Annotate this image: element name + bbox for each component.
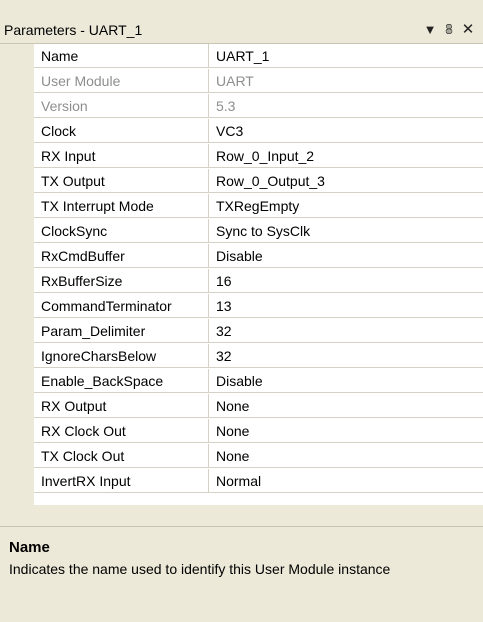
pin-icon[interactable]: 𝟠 [441, 21, 457, 39]
row-gutter [8, 194, 34, 219]
property-value: UART [209, 69, 483, 93]
property-row[interactable]: ClockSync Sync to SysClk [8, 219, 483, 244]
property-value[interactable]: 13 [209, 294, 483, 318]
description-splitter[interactable] [0, 526, 483, 531]
property-name[interactable]: Name [34, 44, 209, 68]
property-name[interactable]: RX Output [34, 394, 209, 418]
property-row[interactable]: TX Output Row_0_Output_3 [8, 169, 483, 194]
property-value[interactable]: TXRegEmpty [209, 194, 483, 218]
property-name[interactable]: CommandTerminator [34, 294, 209, 318]
property-row[interactable]: RX Input Row_0_Input_2 [8, 144, 483, 169]
property-name[interactable]: Enable_BackSpace [34, 369, 209, 393]
property-name[interactable]: TX Output [34, 169, 209, 193]
property-row[interactable]: RxBufferSize 16 [8, 269, 483, 294]
property-value[interactable]: 32 [209, 344, 483, 368]
row-gutter [8, 169, 34, 194]
grid-bottom-space [0, 505, 483, 515]
panel-title: Parameters - UART_1 [4, 22, 143, 38]
property-value[interactable]: None [209, 419, 483, 443]
close-icon[interactable]: ✕ [460, 21, 476, 39]
row-gutter [8, 419, 34, 444]
row-gutter [8, 369, 34, 394]
row-gutter [8, 344, 34, 369]
property-value[interactable]: VC3 [209, 119, 483, 143]
property-name[interactable]: ClockSync [34, 219, 209, 243]
property-name[interactable]: RxBufferSize [34, 269, 209, 293]
row-gutter [8, 269, 34, 294]
property-name[interactable]: Version [34, 94, 209, 118]
parameters-panel: Parameters - UART_1 ▼ 𝟠 ✕ Name UART_1 User… [0, 0, 483, 622]
row-gutter [8, 394, 34, 419]
property-row[interactable]: Clock VC3 [8, 119, 483, 144]
description-pane: Name Indicates the name used to identify… [0, 532, 483, 622]
property-value[interactable]: Row_0_Output_3 [209, 169, 483, 193]
property-value: 5.3 [209, 94, 483, 118]
row-gutter [8, 244, 34, 269]
property-name[interactable]: InvertRX Input [34, 469, 209, 493]
row-gutter [8, 319, 34, 344]
property-row[interactable]: RxCmdBuffer Disable [8, 244, 483, 269]
property-row[interactable]: Enable_BackSpace Disable [8, 369, 483, 394]
row-gutter [8, 219, 34, 244]
property-row[interactable]: TX Interrupt Mode TXRegEmpty [8, 194, 483, 219]
property-name[interactable]: TX Interrupt Mode [34, 194, 209, 218]
property-row[interactable]: TX Clock Out None [8, 444, 483, 469]
property-value[interactable]: UART_1 [209, 44, 483, 68]
property-row[interactable]: InvertRX Input Normal [8, 469, 483, 494]
property-value[interactable]: Disable [209, 244, 483, 268]
property-value[interactable]: None [209, 394, 483, 418]
property-row[interactable]: CommandTerminator 13 [8, 294, 483, 319]
property-name[interactable]: Clock [34, 119, 209, 143]
property-name[interactable]: RX Clock Out [34, 419, 209, 443]
property-row[interactable]: RX Clock Out None [8, 419, 483, 444]
row-gutter [8, 44, 34, 69]
property-row[interactable]: User Module UART [8, 69, 483, 94]
property-value[interactable]: 32 [209, 319, 483, 343]
row-gutter [8, 144, 34, 169]
property-name[interactable]: RxCmdBuffer [34, 244, 209, 268]
row-gutter [8, 469, 34, 494]
property-value[interactable]: Row_0_Input_2 [209, 144, 483, 168]
description-title: Name [9, 539, 50, 556]
row-gutter [8, 444, 34, 469]
row-gutter [8, 119, 34, 144]
property-row[interactable]: RX Output None [8, 394, 483, 419]
dropdown-arrow-icon[interactable]: ▼ [422, 21, 438, 39]
property-name[interactable]: TX Clock Out [34, 444, 209, 468]
property-name[interactable]: IgnoreCharsBelow [34, 344, 209, 368]
description-text: Indicates the name used to identify this… [9, 561, 391, 577]
property-value[interactable]: None [209, 444, 483, 468]
row-gutter [8, 69, 34, 94]
property-name[interactable]: RX Input [34, 144, 209, 168]
row-gutter [8, 294, 34, 319]
property-value[interactable]: Disable [209, 369, 483, 393]
property-row[interactable]: IgnoreCharsBelow 32 [8, 344, 483, 369]
property-row[interactable]: Name UART_1 [8, 44, 483, 69]
property-row[interactable]: Version 5.3 [8, 94, 483, 119]
property-value[interactable]: 16 [209, 269, 483, 293]
property-row[interactable]: Param_Delimiter 32 [8, 319, 483, 344]
panel-titlebar[interactable]: Parameters - UART_1 ▼ 𝟠 ✕ [0, 19, 483, 44]
property-value[interactable]: Normal [209, 469, 483, 493]
row-gutter [8, 94, 34, 119]
property-value[interactable]: Sync to SysClk [209, 219, 483, 243]
property-name[interactable]: User Module [34, 69, 209, 93]
property-name[interactable]: Param_Delimiter [34, 319, 209, 343]
